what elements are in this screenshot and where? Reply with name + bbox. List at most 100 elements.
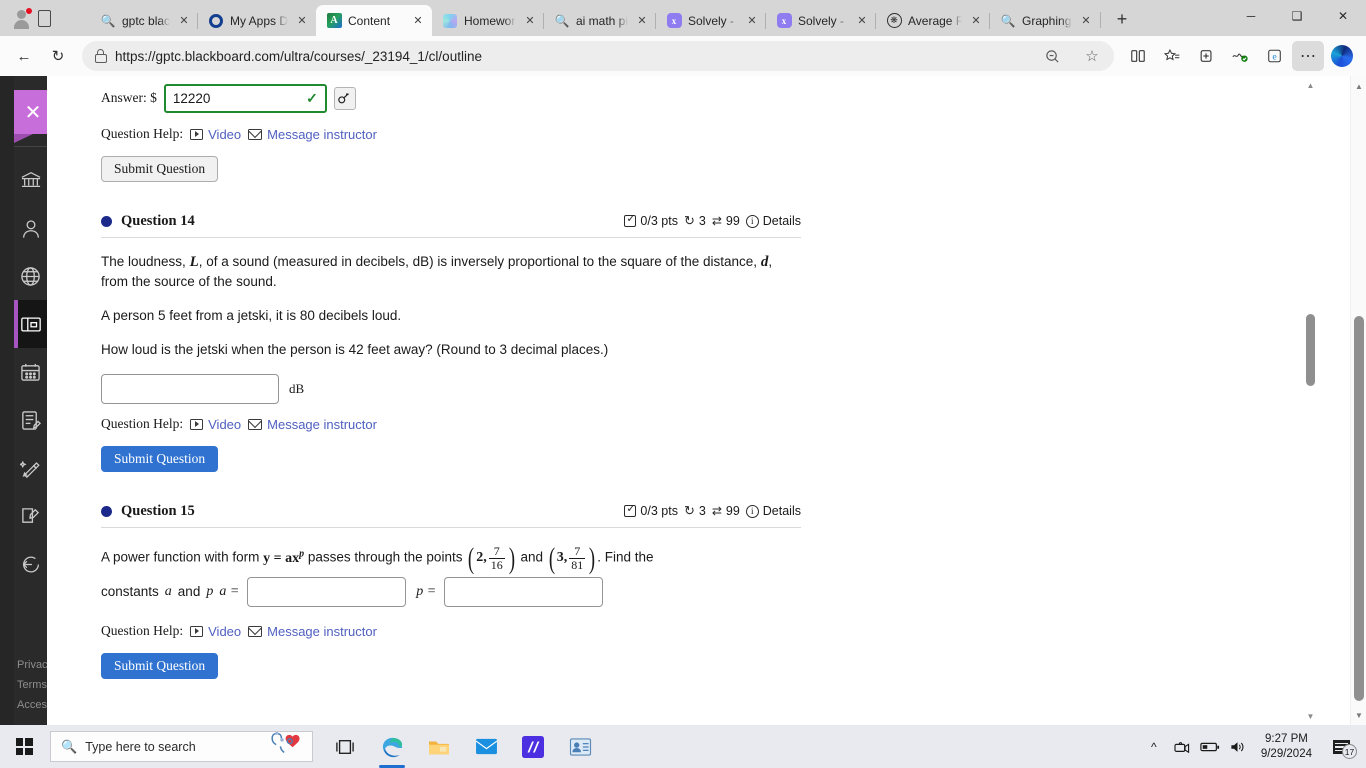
video-help-link[interactable]: Video: [190, 624, 241, 639]
favorites-list-icon[interactable]: [1156, 41, 1188, 71]
taskbar-clock[interactable]: 9:27 PM 9/29/2024: [1253, 732, 1320, 762]
edge-icon[interactable]: [370, 725, 414, 768]
sidebar-item-sign-out[interactable]: [14, 540, 47, 588]
maximize-button[interactable]: ❑: [1274, 0, 1320, 32]
tab-close-icon[interactable]: ✕: [1078, 13, 1094, 29]
details-link[interactable]: i Details: [745, 214, 801, 228]
tab-homework[interactable]: Homework ✕: [432, 5, 544, 36]
tab-average-rate[interactable]: ❋ Average Rate ✕: [875, 5, 990, 36]
sidebar-item-institution-page[interactable]: [14, 156, 47, 204]
privacy-link[interactable]: Privacy: [17, 655, 47, 675]
tab-solvely-1[interactable]: x Solvely - Take ✕: [655, 5, 766, 36]
scroll-up-icon[interactable]: ▲: [1304, 78, 1317, 92]
scroll-down-icon[interactable]: ▼: [1304, 709, 1317, 723]
left-paren: (: [548, 541, 555, 575]
sidebar-item-profile[interactable]: [14, 204, 47, 252]
address-bar[interactable]: https://gptc.blackboard.com/ultra/course…: [82, 41, 1114, 71]
zoom-out-icon[interactable]: [1036, 41, 1068, 71]
reload-button[interactable]: ↻: [42, 41, 74, 71]
answer-input[interactable]: 12220 ✓: [163, 83, 327, 113]
sidebar-item-courses[interactable]: [14, 300, 47, 348]
sidebar-footer: Privacy Terms Accessibility: [14, 655, 47, 715]
minimize-button[interactable]: ─: [1228, 0, 1274, 32]
tab-label: Content: [348, 13, 391, 28]
new-tab-button[interactable]: +: [1107, 4, 1137, 34]
tab-close-icon[interactable]: ✕: [176, 13, 192, 29]
iframe-scrollbar[interactable]: ▲ ▼: [1303, 76, 1318, 725]
sidebar-item-messages[interactable]: [14, 492, 47, 540]
sign-out-icon: [22, 556, 39, 572]
submit-question-button[interactable]: Submit Question: [101, 653, 219, 680]
file-explorer-icon[interactable]: [417, 725, 461, 768]
solvely-icon[interactable]: [511, 725, 555, 768]
ie-mode-icon[interactable]: e: [1258, 41, 1290, 71]
battery-icon[interactable]: [1197, 725, 1223, 768]
scrollbar-thumb[interactable]: [1354, 316, 1364, 701]
tab-close-icon[interactable]: ✕: [410, 13, 426, 29]
message-instructor-link[interactable]: Message instructor: [248, 127, 377, 142]
scrollbar-thumb[interactable]: [1306, 314, 1315, 386]
tab-solvely-2[interactable]: x Solvely - Take ✕: [765, 5, 876, 36]
tabs-container: 🔍 gptc blackboard ✕ My Apps Dashboard ✕ …: [90, 0, 1228, 36]
question-divider: [101, 237, 801, 238]
sidebar-item-activity-stream[interactable]: [14, 252, 47, 300]
collections-icon[interactable]: [1190, 41, 1222, 71]
profile-avatar-icon[interactable]: [14, 8, 32, 29]
tab-content[interactable]: A Content ✕: [316, 5, 432, 36]
tab-close-icon[interactable]: ✕: [294, 13, 310, 29]
globe-icon: [21, 266, 40, 286]
sidebar-item-tools[interactable]: [14, 444, 47, 492]
close-window-button[interactable]: ✕: [1320, 0, 1366, 32]
tab-graphing-tool[interactable]: 🔍 Graphing Tool ✕: [989, 5, 1100, 36]
video-help-link[interactable]: Video: [190, 417, 241, 432]
start-button[interactable]: [0, 725, 48, 768]
point2-fraction: 7 81: [569, 545, 586, 571]
video-help-link[interactable]: Video: [190, 127, 241, 142]
tab-close-icon[interactable]: ✕: [634, 13, 650, 29]
camera-icon[interactable]: [1169, 725, 1195, 768]
tab-my-apps-dashboard[interactable]: My Apps Dashboard ✕: [197, 5, 316, 36]
split-screen-icon[interactable]: [1122, 41, 1154, 71]
math-keyboard-button[interactable]: [333, 86, 356, 110]
sidebar-item-calendar[interactable]: [14, 348, 47, 396]
message-instructor-link[interactable]: Message instructor: [248, 624, 377, 639]
show-hidden-icons[interactable]: ^: [1141, 725, 1167, 768]
tab-close-icon[interactable]: ✕: [854, 13, 870, 29]
scroll-up-icon[interactable]: ▲: [1351, 78, 1366, 94]
scroll-down-icon[interactable]: ▼: [1351, 707, 1366, 723]
favorite-star-icon[interactable]: ☆: [1076, 41, 1108, 71]
details-link[interactable]: i Details: [745, 504, 801, 518]
notification-center-button[interactable]: 17: [1322, 725, 1360, 768]
contacts-icon[interactable]: [558, 725, 602, 768]
tab-close-icon[interactable]: ✕: [522, 13, 538, 29]
cortana-icon[interactable]: [268, 731, 306, 762]
vertical-tabs-icon[interactable]: [38, 9, 51, 27]
volume-icon[interactable]: [1225, 725, 1251, 768]
blackboard-sidebar: ✕ Privac Terms Acces: [0, 76, 52, 725]
back-button[interactable]: ←: [8, 41, 40, 71]
message-instructor-link[interactable]: Message instructor: [248, 417, 377, 432]
question-body: A power function with form y = axp passe…: [101, 541, 801, 608]
terms-link[interactable]: Terms: [17, 675, 47, 695]
tab-ai-math-picture[interactable]: 🔍 ai math picture ✕: [543, 5, 656, 36]
question-divider: [101, 527, 801, 528]
submit-question-button[interactable]: Submit Question: [101, 156, 219, 182]
tab-close-icon[interactable]: ✕: [744, 13, 760, 29]
browser-essentials-icon[interactable]: [1224, 41, 1256, 71]
answer-input-p[interactable]: [444, 577, 604, 608]
point-1: ( 2, 7 16 ): [466, 543, 517, 573]
accessibility-link[interactable]: Accessibility: [17, 695, 47, 715]
browser-scrollbar[interactable]: ▲ ▼: [1350, 76, 1366, 725]
sidebar-item-grades[interactable]: [14, 396, 47, 444]
taskbar-search[interactable]: 🔍 Type here to search: [50, 731, 313, 762]
tab-gptc-blackboard[interactable]: 🔍 gptc blackboard ✕: [90, 5, 198, 36]
task-view-icon[interactable]: [323, 725, 367, 768]
copilot-icon[interactable]: [1326, 41, 1358, 71]
mail-icon[interactable]: [464, 725, 508, 768]
answer-input-a[interactable]: [247, 577, 407, 608]
tab-close-icon[interactable]: ✕: [968, 13, 984, 29]
settings-more-icon[interactable]: ⋯: [1292, 41, 1324, 71]
clock-time: 9:27 PM: [1265, 732, 1308, 745]
answer-input[interactable]: [101, 374, 279, 404]
submit-question-button[interactable]: Submit Question: [101, 446, 219, 472]
